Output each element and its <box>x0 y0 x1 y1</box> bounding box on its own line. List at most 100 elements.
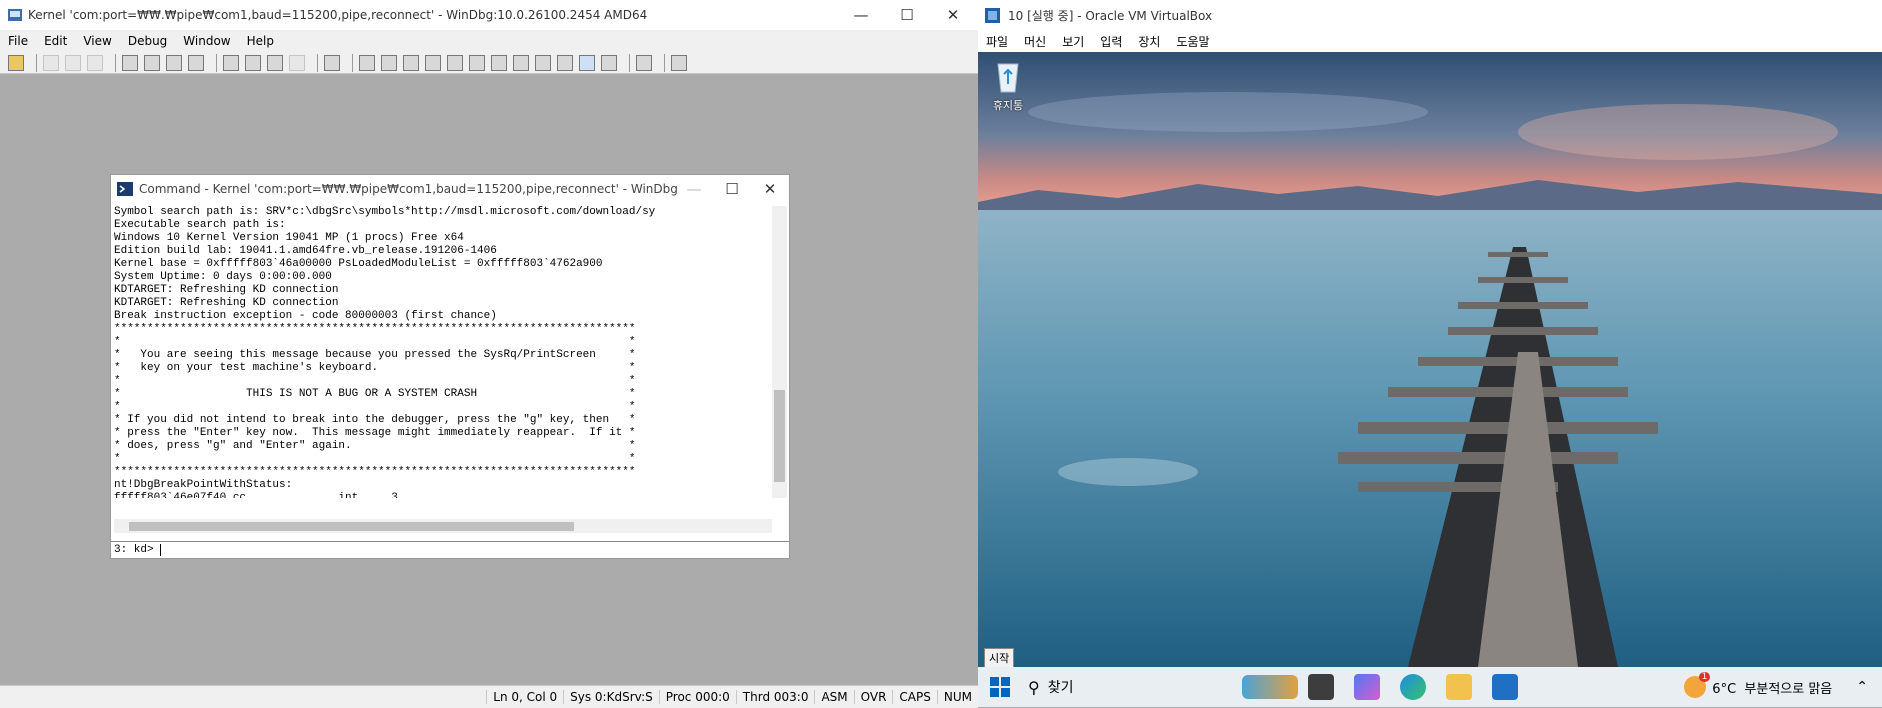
search-highlight-icon <box>1242 675 1298 699</box>
status-thrd: Thrd 003:0 <box>735 690 815 704</box>
desktop-wallpaper <box>978 52 1882 667</box>
status-sys: Sys 0:KdSrv:S <box>563 690 659 704</box>
output-line: Kernel base = 0xfffff803`46a00000 PsLoad… <box>114 258 603 270</box>
run-to-cursor-icon[interactable] <box>289 54 305 71</box>
paste-icon[interactable] <box>87 54 103 71</box>
toolbar-separator <box>317 53 318 72</box>
taskbar-search[interactable]: ⚲ 찾기 <box>1028 672 1298 702</box>
minimize-button[interactable]: — <box>838 0 884 30</box>
toolbar-separator <box>664 53 665 72</box>
windbg-status-bar: Ln 0, Col 0 Sys 0:KdSrv:S Proc 000:0 Thr… <box>0 685 978 708</box>
chevron-up-icon[interactable]: ⌃ <box>1856 679 1868 695</box>
hand-icon[interactable] <box>324 54 340 71</box>
menu-help[interactable]: Help <box>239 34 282 48</box>
scratch-pad-icon[interactable] <box>513 54 529 71</box>
status-caps: CAPS <box>892 690 936 704</box>
step-over-icon[interactable] <box>245 54 261 71</box>
virtualbox-app-icon <box>985 8 1000 23</box>
call-stack-window-icon[interactable] <box>469 54 485 71</box>
cut-icon[interactable] <box>43 54 59 71</box>
recycle-bin-shortcut[interactable]: 휴지통 <box>988 58 1028 113</box>
file-explorer-icon[interactable] <box>1446 674 1472 700</box>
edge-icon[interactable] <box>1400 674 1426 700</box>
output-line: Executable search path is: <box>114 219 286 231</box>
status-proc: Proc 000:0 <box>658 690 736 704</box>
windbg-title-bar[interactable]: Kernel 'com:port=₩₩.₩pipe₩com1,baud=1152… <box>0 0 978 30</box>
disassembly-window-icon[interactable] <box>491 54 507 71</box>
vbox-menu-machine[interactable]: 머신 <box>1016 33 1054 50</box>
copy-icon[interactable] <box>65 54 81 71</box>
processes-threads-icon[interactable] <box>535 54 551 71</box>
toolbar-separator <box>115 53 116 72</box>
command-window: Command - Kernel 'com:port=₩₩.₩pipe₩com1… <box>110 174 790 559</box>
menu-edit[interactable]: Edit <box>36 34 75 48</box>
menu-view[interactable]: View <box>75 34 119 48</box>
copilot-icon[interactable] <box>1354 674 1380 700</box>
step-into-icon[interactable] <box>223 54 239 71</box>
maximize-button[interactable]: ☐ <box>884 0 930 30</box>
menu-debug[interactable]: Debug <box>120 34 175 48</box>
virtualbox-title-bar[interactable]: 10 [실행 중] - Oracle VM VirtualBox <box>978 0 1882 30</box>
toolbar-separator <box>36 53 37 72</box>
kd-prompt: 3: kd> <box>114 544 154 556</box>
output-line: * * <box>114 453 636 465</box>
vbox-menu-view[interactable]: 보기 <box>1054 33 1092 50</box>
source-mode-on-icon[interactable] <box>579 54 595 71</box>
command-output[interactable]: Symbol search path is: SRV*c:\dbgSrc\sym… <box>114 206 769 498</box>
registers-window-icon[interactable] <box>425 54 441 71</box>
vertical-scroll-thumb[interactable] <box>774 390 785 482</box>
start-tooltip: 시작 <box>984 648 1015 667</box>
stop-debugging-icon[interactable] <box>166 54 182 71</box>
output-line: * THIS IS NOT A BUG OR A SYSTEM CRASH * <box>114 388 636 400</box>
recycle-bin-icon <box>997 63 1019 93</box>
output-line: * If you did not intend to break into th… <box>114 414 636 426</box>
restart-icon[interactable] <box>144 54 160 71</box>
command-window-title-bar[interactable]: Command - Kernel 'com:port=₩₩.₩pipe₩com1… <box>111 175 789 203</box>
output-line: * * <box>114 401 636 413</box>
vbox-menu-help[interactable]: 도움말 <box>1168 33 1217 50</box>
windbg-window: Kernel 'com:port=₩₩.₩pipe₩com1,baud=1152… <box>0 0 978 708</box>
go-icon[interactable] <box>122 54 138 71</box>
command-input[interactable]: 3: kd> <box>111 541 789 558</box>
open-icon[interactable] <box>8 54 24 71</box>
close-button[interactable]: ✕ <box>930 0 976 30</box>
weather-widget[interactable]: 1 6°C 부분적으로 맑음 ⌃ <box>1684 672 1868 698</box>
output-line: * key on your test machine's keyboard. * <box>114 362 636 374</box>
task-view-icon[interactable] <box>1308 674 1334 700</box>
command-window-icon[interactable] <box>359 54 375 71</box>
command-close-button[interactable]: ✕ <box>747 175 793 203</box>
hex-display-icon[interactable] <box>601 54 617 71</box>
menu-file[interactable]: File <box>0 34 36 48</box>
output-line: * You are seeing this message because yo… <box>114 349 636 361</box>
menu-window[interactable]: Window <box>175 34 238 48</box>
windows-start-icon[interactable] <box>990 677 1010 697</box>
horizontal-scroll-thumb[interactable] <box>129 522 574 531</box>
guest-desktop[interactable]: 휴지통 시작 <box>978 52 1882 667</box>
command-window-title: Command - Kernel 'com:port=₩₩.₩pipe₩com1… <box>139 182 679 196</box>
step-out-icon[interactable] <box>267 54 283 71</box>
output-line: Break instruction exception - code 80000… <box>114 310 497 322</box>
vbox-menu-input[interactable]: 입력 <box>1092 33 1130 50</box>
output-line: * * <box>114 375 636 387</box>
windbg-toolbar <box>0 52 978 74</box>
options-icon[interactable] <box>671 54 687 71</box>
locals-window-icon[interactable] <box>403 54 419 71</box>
command-prompt-icon <box>117 182 133 196</box>
weather-icon: 1 <box>1684 672 1711 698</box>
mail-icon[interactable] <box>1492 674 1518 700</box>
output-line: Symbol search path is: SRV*c:\dbgSrc\sym… <box>114 206 656 218</box>
break-icon[interactable] <box>188 54 204 71</box>
source-mode-icon[interactable] <box>557 54 573 71</box>
watch-window-icon[interactable] <box>381 54 397 71</box>
output-line: fffff803`46e07f40 cc int 3 <box>114 492 398 498</box>
output-line: KDTARGET: Refreshing KD connection <box>114 284 339 296</box>
output-line: * does, press "g" and "Enter" again. * <box>114 440 636 452</box>
search-icon: ⚲ <box>1028 677 1040 697</box>
memory-window-icon[interactable] <box>447 54 463 71</box>
font-icon[interactable] <box>636 54 652 71</box>
windbg-menu-bar: File Edit View Debug Window Help <box>0 30 978 52</box>
vbox-menu-file[interactable]: 파일 <box>978 33 1016 50</box>
vbox-menu-devices[interactable]: 장치 <box>1130 33 1168 50</box>
output-line: nt!DbgBreakPointWithStatus: <box>114 479 293 491</box>
windbg-app-icon <box>8 9 22 21</box>
